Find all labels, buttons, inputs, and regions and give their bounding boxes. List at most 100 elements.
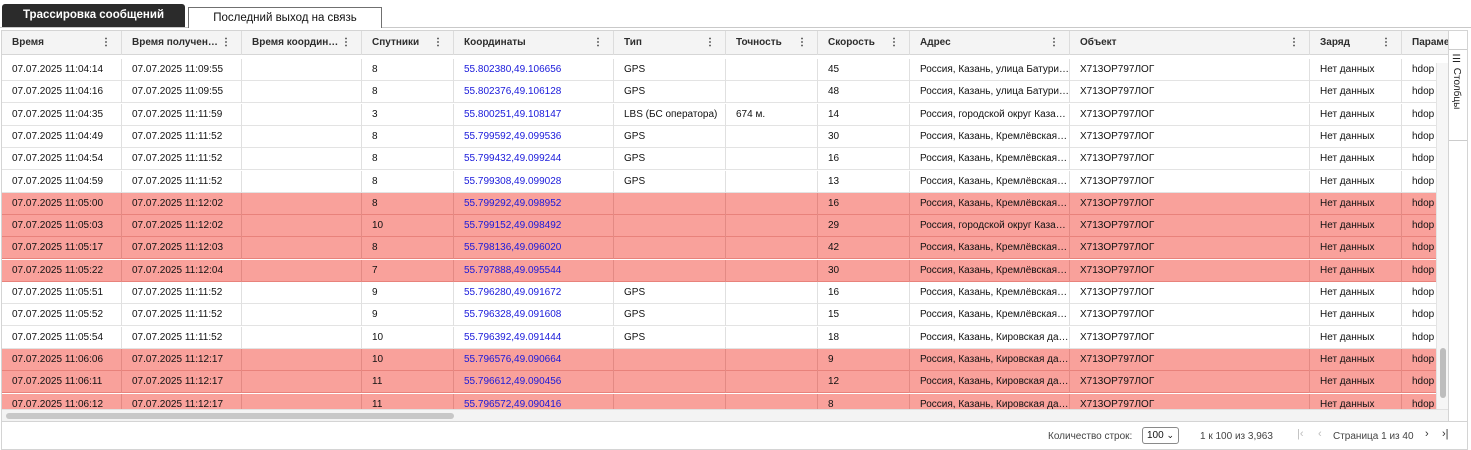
cell-coord-time [242, 326, 362, 349]
tab-bar: Трассировка сообщений Последний выход на… [0, 0, 1471, 28]
cell-object: X713OP797ЛОГ [1070, 103, 1310, 126]
cell-type [614, 371, 726, 394]
column-header-speed[interactable]: Скорость ⋮ [818, 31, 910, 55]
table-row[interactable]: 07.07.2025 11:04:54 07.07.2025 11:11:52 8 5… [2, 148, 1448, 171]
column-menu-icon[interactable]: ⋮ [433, 31, 443, 55]
column-menu-icon[interactable]: ⋮ [1049, 31, 1059, 55]
cell-charge: Нет данных [1310, 215, 1402, 238]
cell-time: 07.07.2025 11:04:49 [2, 125, 122, 148]
vertical-scrollbar[interactable] [1436, 63, 1448, 409]
cell-time: 07.07.2025 11:04:16 [2, 81, 122, 104]
cell-speed: 15 [818, 304, 910, 327]
table-row[interactable]: 07.07.2025 11:04:59 07.07.2025 11:11:52 8 5… [2, 170, 1448, 193]
table-row[interactable]: 07.07.2025 11:04:14 07.07.2025 11:09:55 8 5… [2, 59, 1448, 81]
cell-accuracy [726, 348, 818, 371]
cell-received-time: 07.07.2025 11:11:52 [122, 125, 242, 148]
column-menu-icon[interactable]: ⋮ [1381, 31, 1391, 55]
column-menu-icon[interactable]: ⋮ [101, 31, 111, 55]
table-row-alert[interactable]: 07.07.2025 11:06:11 07.07.2025 11:12:17 11… [2, 371, 1448, 394]
table-row[interactable]: 07.07.2025 11:05:52 07.07.2025 11:11:52 9 5… [2, 304, 1448, 327]
cell-received-time: 07.07.2025 11:11:52 [122, 148, 242, 171]
table-row[interactable]: 07.07.2025 11:04:16 07.07.2025 11:09:55 8 5… [2, 81, 1448, 104]
cell-received-time: 07.07.2025 11:12:02 [122, 215, 242, 238]
cell-time: 07.07.2025 11:06:11 [2, 371, 122, 394]
column-header-time[interactable]: Время ⋮ [2, 31, 122, 55]
column-menu-icon[interactable]: ⋮ [221, 31, 231, 55]
cell-coordinates[interactable]: 55.799308,49.099028 [454, 170, 614, 193]
cell-coord-time [242, 259, 362, 282]
cell-satellites: 10 [362, 348, 454, 371]
column-header-charge[interactable]: Заряд ⋮ [1310, 31, 1402, 55]
column-menu-icon[interactable]: ⋮ [889, 31, 899, 55]
tab-last-connection[interactable]: Последний выход на связь [188, 7, 382, 28]
table-row[interactable]: 07.07.2025 11:05:51 07.07.2025 11:11:52 9 5… [2, 282, 1448, 304]
table-row[interactable]: 07.07.2025 11:04:35 07.07.2025 11:11:59 3 5… [2, 103, 1448, 126]
cell-coordinates[interactable]: 55.802380,49.106656 [454, 59, 614, 81]
column-header-params[interactable]: Параме [1402, 31, 1449, 55]
table-row-alert[interactable]: 07.07.2025 11:05:00 07.07.2025 11:12:02 8 5… [2, 192, 1448, 215]
cell-type [614, 215, 726, 238]
column-menu-icon[interactable]: ⋮ [705, 31, 715, 55]
tab-message-trace[interactable]: Трассировка сообщений [2, 4, 185, 27]
column-header-satellites[interactable]: Спутники ⋮ [362, 31, 454, 55]
column-menu-icon[interactable]: ⋮ [593, 31, 603, 55]
table-row-alert[interactable]: 07.07.2025 11:05:17 07.07.2025 11:12:03 8 5… [2, 237, 1448, 260]
cell-coordinates[interactable]: 55.799592,49.099536 [454, 125, 614, 148]
last-page-icon[interactable]: ›| [1442, 428, 1449, 440]
cell-time: 07.07.2025 11:05:22 [2, 259, 122, 282]
column-menu-icon[interactable]: ⋮ [341, 31, 351, 55]
cell-address: Россия, Казань, Кремлёвская улица [910, 259, 1070, 282]
rows-per-page-select[interactable]: 100 ⌄ [1142, 427, 1179, 444]
column-header-label: Параме [1412, 37, 1449, 48]
next-page-icon[interactable]: › [1425, 428, 1429, 440]
cell-speed: 16 [818, 282, 910, 304]
cell-time: 07.07.2025 11:04:14 [2, 59, 122, 81]
cell-speed: 30 [818, 259, 910, 282]
cell-coordinates[interactable]: 55.796280,49.091672 [454, 282, 614, 304]
cell-coordinates[interactable]: 55.798136,49.096020 [454, 237, 614, 260]
cell-coordinates[interactable]: 55.797888,49.095544 [454, 259, 614, 282]
cell-coord-time [242, 170, 362, 193]
column-menu-icon[interactable]: ⋮ [1289, 31, 1299, 55]
cell-address: Россия, Казань, улица Батурина… [910, 81, 1070, 104]
table-row[interactable]: 07.07.2025 11:04:49 07.07.2025 11:11:52 8 5… [2, 125, 1448, 148]
column-header-object[interactable]: Объект ⋮ [1070, 31, 1310, 55]
first-page-icon[interactable]: |‹ [1297, 428, 1304, 440]
table-row[interactable]: 07.07.2025 11:05:54 07.07.2025 11:11:52 10… [2, 326, 1448, 349]
cell-type: LBS (БС оператора) [614, 103, 726, 126]
cell-coordinates[interactable]: 55.799292,49.098952 [454, 192, 614, 215]
cell-satellites: 8 [362, 59, 454, 81]
column-header-label: Адрес [920, 37, 951, 48]
cell-coordinates[interactable]: 55.799432,49.099244 [454, 148, 614, 171]
cell-coordinates[interactable]: 55.799152,49.098492 [454, 215, 614, 238]
table-row-alert[interactable]: 07.07.2025 11:05:22 07.07.2025 11:12:04 7 5… [2, 259, 1448, 282]
table-row-alert[interactable]: 07.07.2025 11:06:06 07.07.2025 11:12:17 10… [2, 348, 1448, 371]
cell-coordinates[interactable]: 55.802376,49.106128 [454, 81, 614, 104]
cell-coordinates[interactable]: 55.796576,49.090664 [454, 348, 614, 371]
cell-coord-time [242, 125, 362, 148]
column-header-coord-time[interactable]: Время координ… ⋮ [242, 31, 362, 55]
column-header-address[interactable]: Адрес ⋮ [910, 31, 1070, 55]
cell-address: Россия, Казань, Кировская дамба [910, 326, 1070, 349]
column-header-label: Объект [1080, 37, 1117, 48]
cell-coordinates[interactable]: 55.796612,49.090456 [454, 371, 614, 394]
cell-coordinates[interactable]: 55.796328,49.091608 [454, 304, 614, 327]
cell-coordinates[interactable]: 55.796392,49.091444 [454, 326, 614, 349]
horizontal-scroll-thumb[interactable] [6, 413, 454, 419]
horizontal-scrollbar[interactable] [2, 409, 1448, 421]
table-row-alert[interactable]: 07.07.2025 11:05:03 07.07.2025 11:12:02 10… [2, 215, 1448, 238]
column-header-accuracy[interactable]: Точность ⋮ [726, 31, 818, 55]
columns-panel-toggle[interactable]: ☰ Столбцы [1449, 49, 1467, 141]
cell-address: Россия, Казань, Кировская дамба [910, 348, 1070, 371]
cell-coordinates[interactable]: 55.800251,49.108147 [454, 103, 614, 126]
cell-time: 07.07.2025 11:05:51 [2, 282, 122, 304]
cell-accuracy [726, 215, 818, 238]
vertical-scroll-thumb[interactable] [1440, 348, 1446, 398]
column-menu-icon[interactable]: ⋮ [797, 31, 807, 55]
prev-page-icon[interactable]: ‹ [1318, 428, 1322, 440]
column-header-received-time[interactable]: Время получен… ⋮ [122, 31, 242, 55]
column-header-coordinates[interactable]: Координаты ⋮ [454, 31, 614, 55]
column-header-type[interactable]: Тип ⋮ [614, 31, 726, 55]
pagination-bar: Количество строк: 100 ⌄ 1 к 100 из 3,963… [1, 422, 1468, 450]
cell-address: Россия, Казань, Кремлёвская улица [910, 192, 1070, 215]
